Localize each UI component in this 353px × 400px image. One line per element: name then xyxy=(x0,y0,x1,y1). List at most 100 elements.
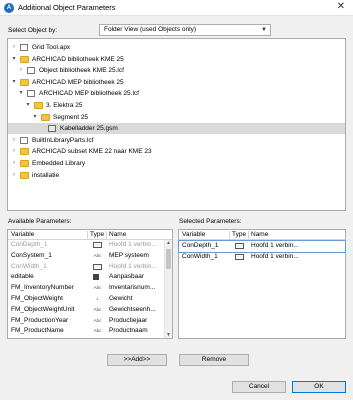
library-file-icon xyxy=(27,67,35,75)
archicad-app-icon: A xyxy=(4,3,14,13)
table-row[interactable]: ConWidth_1 ⬚ Hoofd 1 verbin... xyxy=(8,262,164,273)
table-row[interactable]: FM_ProductName Abc Productnaam xyxy=(8,326,164,337)
tree-item-label: ARCHICAD bibliotheek KME 25 xyxy=(32,55,124,63)
table-row[interactable]: FM_ObjectWeight ⊥ Gewicht xyxy=(8,294,164,305)
selected-header: Variable Type Name xyxy=(179,230,345,240)
available-parameters-label: Available Parameters: xyxy=(8,218,72,225)
table-row[interactable]: ConSystem_1 Abc MEP systeem xyxy=(8,251,164,262)
tree-item-label: ARCHICAD MEP bibliotheek 25.lcf xyxy=(39,90,139,98)
scroll-down-icon[interactable]: ▼ xyxy=(165,332,172,338)
tree-item-label: Embedded Library xyxy=(32,160,86,167)
table-row[interactable]: FM_InventoryNumber Abc Inventarisnum... xyxy=(8,283,164,294)
select-object-by-dropdown[interactable]: Folder View (used Objects only) ▼ xyxy=(99,24,271,36)
name-cell: Inventarisnum... xyxy=(109,284,156,292)
tree-item-label: Kabelladder 25.gsm xyxy=(60,125,118,133)
chevron-down-icon[interactable]: ▾ xyxy=(11,54,17,65)
weight-type-icon: ⊥ xyxy=(95,296,100,301)
variable-cell: FM_InventoryNumber xyxy=(11,284,74,292)
column-divider[interactable] xyxy=(248,231,249,239)
text-type-icon: Abc xyxy=(93,285,102,291)
column-divider[interactable] xyxy=(106,231,107,239)
chevron-down-icon[interactable]: ▾ xyxy=(32,112,38,123)
folder-icon xyxy=(34,102,43,109)
name-cell: Hoofd 1 verbin... xyxy=(251,242,299,249)
length-type-icon: ⬚ xyxy=(235,253,244,260)
col-name-header[interactable]: Name xyxy=(251,231,268,238)
col-variable-header[interactable]: Variable xyxy=(182,231,205,238)
scroll-thumb[interactable] xyxy=(166,249,171,269)
tree-item[interactable]: ▾ ARCHICAD bibliotheek KME 25 xyxy=(8,54,345,65)
tree-item[interactable]: › installatie xyxy=(8,170,345,181)
chevron-down-icon[interactable]: ▾ xyxy=(18,88,24,99)
name-cell: Hoofd 1 verbin... xyxy=(109,241,157,248)
name-cell: Gewichtseenh... xyxy=(109,305,156,313)
length-type-icon: ⬚ xyxy=(93,242,102,248)
col-variable-header[interactable]: Variable xyxy=(11,231,34,238)
tree-item[interactable]: Kabelladder 25.gsm xyxy=(8,123,345,135)
chevron-right-icon[interactable]: › xyxy=(18,65,24,76)
column-divider[interactable] xyxy=(87,231,88,239)
table-row[interactable]: ConDepth_1 ⬚ Hoofd 1 verbin... xyxy=(178,240,346,253)
chevron-down-icon: ▼ xyxy=(261,27,267,33)
library-tree[interactable]: › Grid Tool.apx ▾ ARCHICAD bibliotheek KME … xyxy=(7,38,346,211)
selected-parameters-list[interactable]: Variable Type Name ConDepth_1 ⬚ Hoofd 1 ve… xyxy=(178,229,346,339)
available-scrollbar[interactable]: ▲ ▼ xyxy=(164,240,172,338)
available-parameters-list[interactable]: Variable Type Name ▲ ▼ ConDepth_1 ⬚ Hoofd … xyxy=(7,229,173,339)
tree-item-label: Object bibliotheek KME 25.lcf xyxy=(39,67,124,75)
variable-cell: ConDepth_1 xyxy=(182,242,219,249)
cancel-button[interactable]: Cancel xyxy=(232,381,286,393)
tree-item[interactable]: › Object bibliotheek KME 25.lcf xyxy=(8,65,345,76)
table-row[interactable]: FM_ProductionYear Abc Productiejaar xyxy=(8,316,164,327)
tree-item[interactable]: ▾ 3. Elektra 25 xyxy=(8,100,345,111)
selected-parameters-label: Selected Parameters: xyxy=(179,218,242,225)
tree-item[interactable]: › Embedded Library xyxy=(8,158,345,169)
table-row[interactable]: editable Aanpasbaar xyxy=(8,272,164,283)
boolean-type-icon xyxy=(93,274,99,281)
column-divider[interactable] xyxy=(229,231,230,239)
col-type-header[interactable]: Type xyxy=(90,231,104,238)
table-row[interactable]: ConDepth_1 ⬚ Hoofd 1 verbin... xyxy=(8,240,164,251)
folder-icon xyxy=(20,148,29,156)
chevron-down-icon[interactable]: ▾ xyxy=(11,77,17,88)
tree-item[interactable]: ▾ Segment 25 xyxy=(8,112,345,123)
ok-button[interactable]: OK xyxy=(292,381,346,393)
folder-icon xyxy=(20,55,29,63)
add-button[interactable]: >>Add>> xyxy=(107,354,167,366)
length-type-icon: ⬚ xyxy=(93,263,102,270)
name-cell: Productnaam xyxy=(109,327,148,335)
select-object-by-label: Select Object by: xyxy=(8,27,58,34)
remove-button[interactable]: Remove xyxy=(179,354,249,366)
variable-cell: FM_ObjectWeightUnit xyxy=(11,305,75,313)
chevron-right-icon[interactable]: › xyxy=(11,42,17,53)
tree-item[interactable]: › BuiltInLibraryParts.lcf xyxy=(8,135,345,146)
variable-cell: ConWidth_1 xyxy=(11,262,47,270)
col-type-header[interactable]: Type xyxy=(232,231,246,238)
chevron-right-icon[interactable]: › xyxy=(11,170,17,181)
available-header: Variable Type Name xyxy=(8,230,172,240)
table-row[interactable]: ConWidth_1 ⬚ Hoofd 1 verbin... xyxy=(179,252,345,263)
name-cell: Aanpasbaar xyxy=(109,273,145,281)
tree-item[interactable]: ▾ ARCHICAD MEP bibliotheek 25.lcf xyxy=(8,88,345,99)
variable-cell: FM_ObjectWeight xyxy=(11,295,63,302)
chevron-down-icon[interactable]: ▾ xyxy=(25,100,31,111)
tree-item[interactable]: ▾ ARCHICAD MEP bibliotheek 25 xyxy=(8,77,345,88)
table-row[interactable]: FM_ObjectWeightUnit Abc Gewichtseenh... xyxy=(8,305,164,316)
tree-item-label: Grid Tool.apx xyxy=(32,44,71,51)
tree-item-label: Segment 25 xyxy=(53,113,89,121)
tree-item[interactable]: › ARCHICAD subset KME 22 naar KME 23 xyxy=(8,146,345,157)
folder-icon xyxy=(20,171,29,179)
text-type-icon: Abc xyxy=(93,252,102,258)
chevron-right-icon[interactable]: › xyxy=(11,135,17,146)
tree-item-label: BuiltInLibraryParts.lcf xyxy=(32,136,94,144)
close-icon[interactable]: ✕ xyxy=(337,1,345,12)
library-file-icon xyxy=(27,90,35,98)
chevron-right-icon[interactable]: › xyxy=(11,146,17,157)
tree-item[interactable]: › Grid Tool.apx xyxy=(8,42,345,53)
text-type-icon: Abc xyxy=(93,328,102,334)
variable-cell: editable xyxy=(11,273,34,281)
scroll-up-icon[interactable]: ▲ xyxy=(165,240,172,246)
name-cell: Hoofd 1 verbin... xyxy=(109,262,157,270)
variable-cell: ConWidth_1 xyxy=(182,252,218,260)
chevron-right-icon[interactable]: › xyxy=(11,158,17,169)
col-name-header[interactable]: Name xyxy=(109,231,126,238)
